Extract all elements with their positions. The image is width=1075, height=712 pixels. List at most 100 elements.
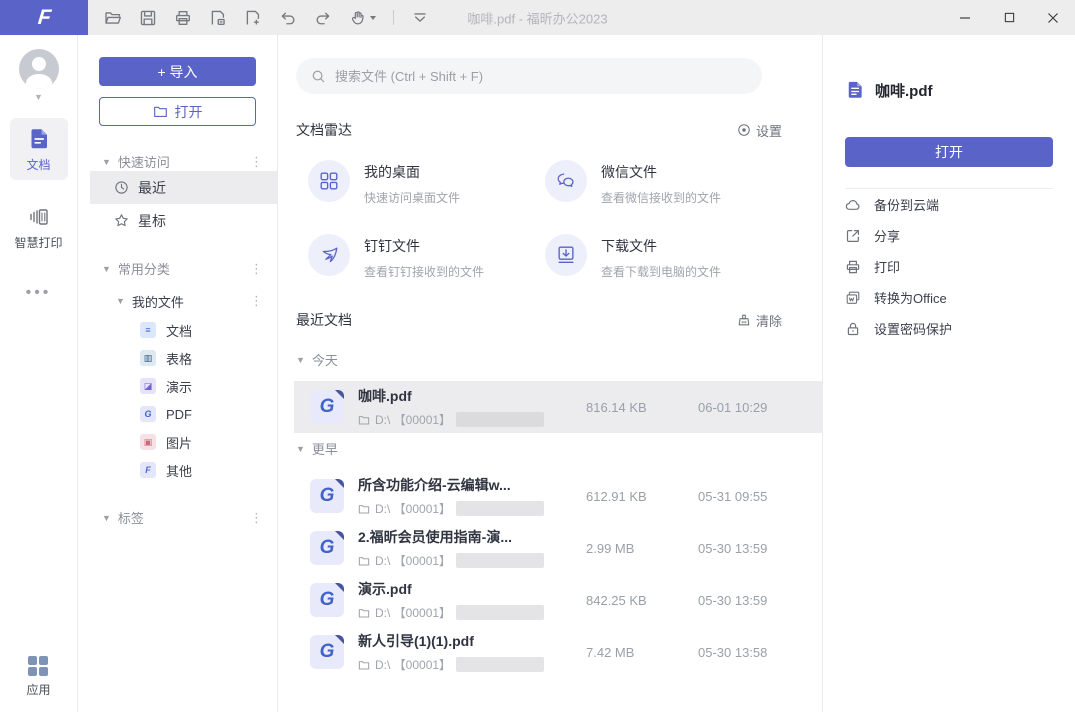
folder-icon xyxy=(358,503,370,515)
save-icon[interactable] xyxy=(139,9,157,27)
page-add-icon[interactable] xyxy=(244,9,262,27)
section-quick-access[interactable]: ▼ 快速访问 ⋮ xyxy=(78,152,277,171)
file-size: 842.25 KB xyxy=(586,593,698,608)
file-date: 05-30 13:58 xyxy=(698,645,822,660)
file-name: 演示.pdf xyxy=(358,579,586,599)
open-button-label: 打开 xyxy=(175,102,203,122)
minimize-button[interactable] xyxy=(943,0,987,35)
tags-menu-icon[interactable]: ⋮ xyxy=(250,510,263,526)
radar-item-subtitle: 查看钉钉接收到的文件 xyxy=(364,263,484,280)
file-row[interactable]: G 演示.pdf D:\ 【00001】 842.25 KB 05-30 13:… xyxy=(294,574,822,626)
rail-item-smart-print[interactable]: 智慧打印 xyxy=(10,196,68,258)
collapse-toolbar-icon[interactable] xyxy=(411,9,429,27)
file-row[interactable]: G 所含功能介绍-云编辑w... D:\ 【00001】 612.91 KB 0… xyxy=(294,470,822,522)
dingtalk-icon xyxy=(308,234,350,276)
avatar[interactable] xyxy=(19,49,59,89)
detail-panel: 咖啡.pdf 打开 备份到云端 分享 打印 xyxy=(822,35,1075,712)
chevron-down-icon[interactable]: ▼ xyxy=(102,157,111,167)
cat-item-docs[interactable]: ≡ 文档 xyxy=(90,316,277,344)
file-size: 612.91 KB xyxy=(586,489,698,504)
file-date: 05-30 13:59 xyxy=(698,541,822,556)
search-input[interactable] xyxy=(335,69,747,84)
action-label: 分享 xyxy=(874,226,900,245)
nav-item-starred[interactable]: 星标 xyxy=(90,204,277,237)
starred-label: 星标 xyxy=(138,211,166,231)
action-convert-office[interactable]: 转换为Office xyxy=(845,282,1053,313)
rail-item-apps[interactable]: 应用 xyxy=(26,656,50,698)
detail-open-button[interactable]: 打开 xyxy=(845,137,1053,167)
settings-icon xyxy=(737,123,751,137)
open-button[interactable]: 打开 xyxy=(99,97,256,126)
radar-item-dingtalk[interactable]: 钉钉文件 查看钉钉接收到的文件 xyxy=(308,234,545,280)
maximize-button[interactable] xyxy=(987,0,1031,35)
radar-item-wechat[interactable]: 微信文件 查看微信接收到的文件 xyxy=(545,160,782,206)
nav-item-recent[interactable]: 最近 xyxy=(90,171,277,204)
action-share[interactable]: 分享 xyxy=(845,220,1053,251)
file-row[interactable]: G 2.福昕会员使用指南-演... D:\ 【00001】 2.99 MB 05… xyxy=(294,522,822,574)
foxit-logo[interactable]: F xyxy=(0,0,88,35)
quick-access-menu-icon[interactable]: ⋮ xyxy=(250,154,263,170)
radar-item-desktop[interactable]: 我的桌面 快速访问桌面文件 xyxy=(308,160,545,206)
rail-item-documents[interactable]: 文档 xyxy=(10,118,68,180)
group-today[interactable]: ▼ 今天 xyxy=(296,350,822,369)
chevron-down-icon[interactable]: ▼ xyxy=(102,264,111,274)
undo-icon[interactable] xyxy=(279,9,297,27)
action-password-protect[interactable]: 设置密码保护 xyxy=(845,313,1053,344)
open-file-icon[interactable] xyxy=(104,9,122,27)
hand-tool-dropdown-caret[interactable] xyxy=(370,16,376,20)
quick-toolbar xyxy=(104,9,429,27)
my-files-menu-icon[interactable]: ⋮ xyxy=(250,293,263,309)
file-path: D:\ 【00001】 xyxy=(375,604,451,621)
file-date: 06-01 10:29 xyxy=(698,400,822,415)
radar-item-subtitle: 快速访问桌面文件 xyxy=(364,189,460,206)
nav-panel: + 导入 打开 ▼ 快速访问 ⋮ 最近 xyxy=(78,35,278,712)
file-row[interactable]: G 咖啡.pdf D:\ 【00001】 816.14 KB 06-01 10:… xyxy=(294,381,822,433)
action-backup-cloud[interactable]: 备份到云端 xyxy=(845,189,1053,220)
redo-icon[interactable] xyxy=(314,9,332,27)
radar-item-downloads[interactable]: 下载文件 查看下载到电脑的文件 xyxy=(545,234,782,280)
page-remove-icon[interactable] xyxy=(209,9,227,27)
chevron-down-icon[interactable]: ▼ xyxy=(296,355,305,365)
avatar-menu-chevron[interactable]: ▼ xyxy=(34,92,43,102)
cat-item-sheets[interactable]: ▥ 表格 xyxy=(90,344,277,372)
star-icon xyxy=(113,213,129,229)
search-bar[interactable] xyxy=(296,58,762,94)
cat-item-images[interactable]: ▣ 图片 xyxy=(90,428,277,456)
cat-other-label: 其他 xyxy=(166,461,192,480)
file-path: D:\ 【00001】 xyxy=(375,500,451,517)
chevron-down-icon[interactable]: ▼ xyxy=(296,444,305,454)
chevron-down-icon[interactable]: ▼ xyxy=(116,296,125,306)
cat-item-pdf[interactable]: G PDF xyxy=(90,400,277,428)
lock-icon xyxy=(845,321,861,337)
other-type-icon: F xyxy=(140,462,156,478)
document-icon xyxy=(845,79,865,101)
convert-office-icon xyxy=(845,290,861,306)
group-earlier[interactable]: ▼ 更早 xyxy=(296,439,822,458)
radar-header: 文档雷达 设置 xyxy=(296,120,782,140)
logo-f-glyph: F xyxy=(36,6,51,30)
section-tags[interactable]: ▼ 标签 ⋮ xyxy=(78,508,277,527)
redacted-path-segment xyxy=(456,657,544,672)
file-size: 2.99 MB xyxy=(586,541,698,556)
cat-item-slides[interactable]: ◪ 演示 xyxy=(90,372,277,400)
file-size: 816.14 KB xyxy=(586,400,698,415)
action-print[interactable]: 打印 xyxy=(845,251,1053,282)
section-my-files[interactable]: ▼ 我的文件 ⋮ xyxy=(78,286,277,316)
radar-settings-button[interactable]: 设置 xyxy=(737,121,782,140)
hand-tool-icon[interactable] xyxy=(349,9,376,27)
toolbar-separator xyxy=(393,10,394,25)
apps-grid-icon xyxy=(28,656,48,676)
detail-file-head: 咖啡.pdf xyxy=(845,79,1053,101)
close-button[interactable] xyxy=(1031,0,1075,35)
import-button[interactable]: + 导入 xyxy=(99,57,256,86)
rail-apps-label: 应用 xyxy=(26,681,50,698)
cat-item-other[interactable]: F 其他 xyxy=(90,456,277,484)
my-files-label: 我的文件 xyxy=(132,292,184,311)
categories-menu-icon[interactable]: ⋮ xyxy=(250,261,263,277)
clear-recent-button[interactable]: 清除 xyxy=(737,311,782,330)
rail-more-button[interactable]: ••• xyxy=(26,284,52,302)
chevron-down-icon[interactable]: ▼ xyxy=(102,513,111,523)
file-row[interactable]: G 新人引导(1)(1).pdf D:\ 【00001】 7.42 MB 05-… xyxy=(294,626,822,678)
section-categories[interactable]: ▼ 常用分类 ⋮ xyxy=(78,259,277,278)
print-icon[interactable] xyxy=(174,9,192,27)
